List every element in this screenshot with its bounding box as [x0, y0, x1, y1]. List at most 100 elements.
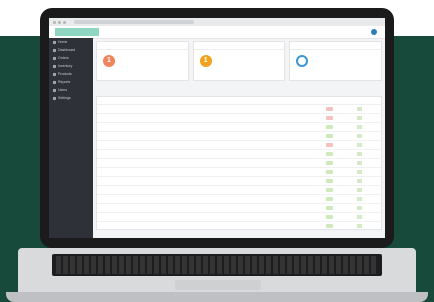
sidebar-item-orders[interactable]: Orders: [49, 54, 93, 62]
item-qty: [239, 212, 276, 222]
status-icon: [357, 124, 363, 129]
status-icon: [357, 196, 363, 201]
table-row[interactable]: [97, 113, 381, 123]
main-content: 1 1: [96, 41, 383, 237]
table-row[interactable]: [97, 176, 381, 186]
table-row[interactable]: [97, 185, 381, 195]
item-link[interactable]: [275, 176, 325, 186]
status-icon: [357, 133, 363, 138]
item-qty: [239, 185, 276, 195]
item-link[interactable]: [275, 221, 325, 229]
summary-card[interactable]: [289, 41, 383, 81]
sidebar-item-label: Orders: [58, 56, 69, 60]
status-icon: [357, 151, 363, 156]
item-link[interactable]: [275, 122, 325, 132]
settings-icon: [53, 96, 56, 100]
status-badge: [326, 142, 334, 147]
sidebar-item-users[interactable]: Users: [49, 86, 93, 94]
status-badge: [326, 178, 334, 183]
column-header[interactable]: [324, 97, 356, 105]
app-screen: Home Dashboard Orders Inventory Products…: [49, 18, 385, 238]
sidebar-item-label: Products: [58, 72, 72, 76]
summary-card[interactable]: 1: [96, 41, 189, 81]
table-row[interactable]: [97, 221, 381, 229]
item-qty: [239, 221, 276, 229]
sidebar-item-settings[interactable]: Settings: [49, 94, 93, 102]
maximize-dot-icon[interactable]: [63, 20, 66, 24]
avatar[interactable]: [371, 29, 377, 35]
table-row[interactable]: [97, 122, 381, 132]
column-header[interactable]: [97, 97, 239, 105]
table-row[interactable]: [97, 149, 381, 159]
item-link[interactable]: [275, 149, 325, 159]
status-badge: [326, 106, 334, 111]
status-badge: [326, 151, 334, 156]
item-qty: [239, 104, 276, 114]
sidebar-item-reports[interactable]: Reports: [49, 78, 93, 86]
table-row[interactable]: [97, 131, 381, 141]
column-header[interactable]: [355, 97, 381, 105]
item-link[interactable]: [275, 194, 325, 204]
status-badge: [326, 196, 334, 201]
table-row[interactable]: [97, 104, 381, 114]
sidebar-item-inventory[interactable]: Inventory: [49, 62, 93, 70]
reports-icon: [53, 80, 56, 84]
user-menu[interactable]: [371, 28, 379, 36]
summary-cards: 1 1: [96, 41, 383, 81]
url-bar[interactable]: [74, 20, 194, 24]
status-badge: [326, 214, 334, 219]
item-qty: [239, 176, 276, 186]
item-qty: [239, 113, 276, 123]
sidebar-item-label: Dashboard: [58, 48, 76, 52]
status-badge: [326, 133, 334, 138]
item-link[interactable]: [275, 140, 325, 150]
status-badge: [326, 205, 334, 210]
minimize-dot-icon[interactable]: [58, 20, 61, 24]
sidebar-item-dashboard[interactable]: Dashboard: [49, 46, 93, 54]
sidebar-item-label: Inventory: [58, 64, 73, 68]
sidebar-item-products[interactable]: Products: [49, 70, 93, 78]
sidebar-item-home[interactable]: Home: [49, 38, 93, 46]
sidebar-item-label: Users: [58, 88, 68, 92]
item-link[interactable]: [275, 203, 325, 213]
item-qty: [239, 131, 276, 141]
item-name: [97, 194, 239, 204]
table-row[interactable]: [97, 158, 381, 168]
item-link[interactable]: [275, 185, 325, 195]
item-qty: [239, 194, 276, 204]
column-header[interactable]: [239, 97, 276, 105]
item-name: [97, 167, 239, 177]
item-link[interactable]: [275, 167, 325, 177]
app-logo[interactable]: [55, 28, 99, 36]
close-dot-icon[interactable]: [53, 20, 56, 24]
table-row[interactable]: [97, 140, 381, 150]
item-link[interactable]: [275, 158, 325, 168]
item-qty: [239, 140, 276, 150]
status-badge: [326, 124, 334, 129]
item-link[interactable]: [275, 212, 325, 222]
status-badge: [326, 187, 334, 192]
sidebar-item-label: Settings: [58, 96, 71, 100]
laptop-base: [0, 248, 434, 302]
table-row[interactable]: [97, 194, 381, 204]
item-link[interactable]: [275, 131, 325, 141]
table-row[interactable]: [97, 203, 381, 213]
window-controls[interactable]: [53, 20, 66, 24]
status-icon: [357, 115, 363, 120]
item-qty: [239, 149, 276, 159]
status-icon: [357, 142, 363, 147]
alert-icon: 1: [103, 55, 115, 67]
table-row[interactable]: [97, 212, 381, 222]
status-icon: [357, 106, 363, 111]
item-link[interactable]: [275, 113, 325, 123]
item-name: [97, 149, 239, 159]
table-row[interactable]: [97, 167, 381, 177]
summary-card[interactable]: 1: [192, 41, 286, 81]
item-link[interactable]: [275, 104, 325, 114]
sidebar-item-label: Home: [58, 40, 68, 44]
item-name: [97, 176, 239, 186]
column-header[interactable]: [275, 97, 325, 105]
home-icon: [53, 40, 56, 44]
touchpad: [175, 280, 261, 290]
inventory-icon: [53, 64, 56, 68]
